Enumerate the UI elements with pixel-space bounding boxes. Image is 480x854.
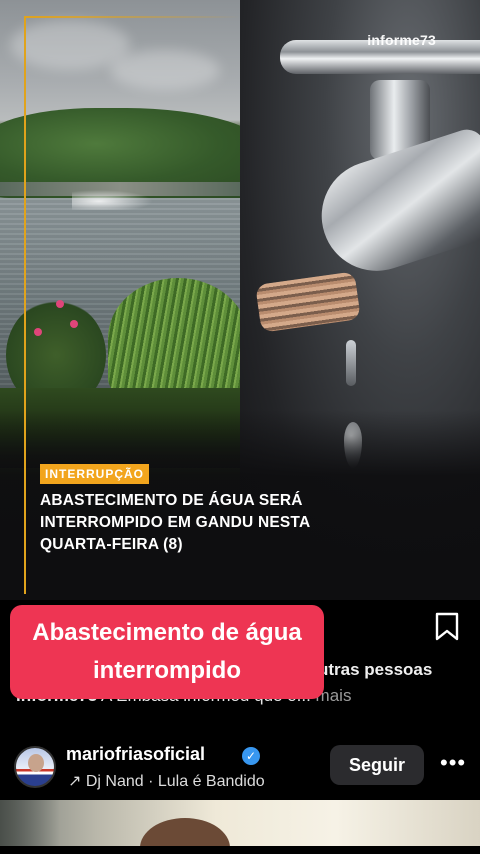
- post-media[interactable]: informe73 INTERRUPÇÃO ABASTECIMENTO DE Á…: [0, 0, 480, 600]
- source-watermark: informe73: [367, 32, 436, 48]
- news-headline: ABASTECIMENTO DE ÁGUA SERÁ INTERROMPIDO …: [40, 492, 310, 553]
- card-frame-top: [24, 16, 240, 18]
- author-row: mariofriasoficial ✓ ↗ Dj Nand · Lula é B…: [0, 738, 480, 798]
- bookmark-icon[interactable]: [434, 612, 460, 642]
- card-frame-left: [24, 16, 26, 594]
- caption-likes-text: utras pessoas: [318, 660, 433, 679]
- category-badge: INTERRUPÇÃO: [40, 464, 150, 484]
- audio-track-label[interactable]: ↗ Dj Nand · Lula é Bandido: [68, 771, 265, 791]
- overlay-title-label: Abastecimento de água interrompido: [10, 605, 324, 699]
- next-post-preview[interactable]: [0, 800, 480, 846]
- follow-button[interactable]: Seguir: [330, 745, 424, 785]
- author-username[interactable]: mariofriasoficial: [66, 744, 205, 765]
- more-options-icon[interactable]: •••: [440, 750, 465, 780]
- avatar[interactable]: [14, 746, 56, 788]
- verified-badge-icon: ✓: [242, 747, 260, 765]
